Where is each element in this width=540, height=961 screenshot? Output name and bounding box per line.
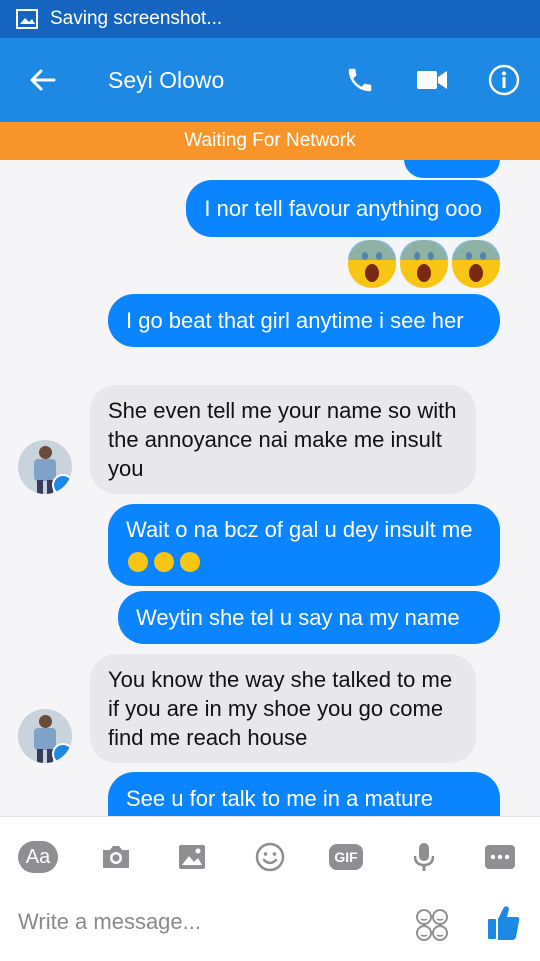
gif-button[interactable]: GIF xyxy=(326,837,366,877)
messenger-badge-icon xyxy=(52,743,72,763)
voice-button[interactable] xyxy=(404,837,444,877)
network-banner: Waiting For Network xyxy=(0,122,540,160)
message-bubble[interactable]: Weytin she tel u say na my name xyxy=(118,591,500,644)
app-bar: Seyi Olowo xyxy=(0,38,540,122)
sticker-icon[interactable] xyxy=(414,907,450,943)
camera-icon xyxy=(103,846,129,868)
message-list[interactable]: I nor tell favour anything ooo I go beat… xyxy=(0,160,540,816)
tool-row: Aa GIF xyxy=(0,837,540,881)
frowning-face-emoji xyxy=(128,551,148,572)
thumbs-up-icon[interactable] xyxy=(486,903,522,943)
messenger-badge-icon xyxy=(52,474,72,494)
emoji-message[interactable] xyxy=(348,240,500,288)
screaming-face-emoji xyxy=(400,240,448,288)
message-bubble[interactable]: You know the way she talked to me if you… xyxy=(90,654,476,763)
screaming-face-emoji xyxy=(348,240,396,288)
smiley-icon xyxy=(255,842,285,872)
gallery-button[interactable] xyxy=(172,837,212,877)
more-icon xyxy=(485,845,515,869)
status-bar: Saving screenshot... xyxy=(0,0,540,38)
message-text: You know the way she talked to me if you… xyxy=(108,667,453,750)
image-icon xyxy=(179,845,205,869)
composer-toolbar: Aa GIF Write a message... xyxy=(0,816,540,961)
info-icon xyxy=(488,64,520,96)
back-arrow-icon[interactable] xyxy=(28,66,56,94)
message-text: Weytin she tel u say na my name xyxy=(136,605,460,630)
message-text: I nor tell favour anything ooo xyxy=(204,196,482,221)
status-text: Saving screenshot... xyxy=(50,8,223,29)
emoji-button[interactable] xyxy=(250,837,290,877)
video-camera-icon xyxy=(417,71,447,89)
image-icon xyxy=(16,9,38,29)
avatar[interactable] xyxy=(18,709,72,763)
video-call-button[interactable] xyxy=(416,64,448,96)
message-bubble-clipped xyxy=(404,160,500,178)
camera-button[interactable] xyxy=(96,837,136,877)
avatar[interactable] xyxy=(18,440,72,494)
text-format-button[interactable]: Aa xyxy=(18,837,58,877)
message-text: Wait o na bcz of gal u dey insult me xyxy=(126,517,473,542)
message-bubble[interactable]: She even tell me your name so with the a… xyxy=(90,385,476,494)
message-bubble[interactable]: Wait o na bcz of gal u dey insult me xyxy=(108,504,500,586)
message-text: I go beat that girl anytime i see her xyxy=(126,308,464,333)
microphone-icon xyxy=(413,843,435,871)
message-text: She even tell me your name so with the a… xyxy=(108,398,457,481)
aa-label: Aa xyxy=(18,841,58,873)
message-bubble[interactable]: I go beat that girl anytime i see her xyxy=(108,294,500,347)
phone-icon xyxy=(348,68,372,92)
emoji-group xyxy=(128,546,201,575)
screaming-face-emoji xyxy=(180,551,201,572)
screaming-face-emoji xyxy=(154,551,175,572)
message-bubble[interactable]: I nor tell favour anything ooo xyxy=(186,180,500,237)
more-button[interactable] xyxy=(480,837,520,877)
info-button[interactable] xyxy=(488,64,520,96)
gif-label: GIF xyxy=(329,844,363,870)
message-text: See u for talk to me in a mature xyxy=(126,786,433,811)
message-bubble[interactable]: See u for talk to me in a mature xyxy=(108,772,500,816)
screaming-face-emoji xyxy=(452,240,500,288)
call-button[interactable] xyxy=(344,64,376,96)
message-input[interactable]: Write a message... xyxy=(18,909,201,935)
contact-name[interactable]: Seyi Olowo xyxy=(108,67,344,94)
